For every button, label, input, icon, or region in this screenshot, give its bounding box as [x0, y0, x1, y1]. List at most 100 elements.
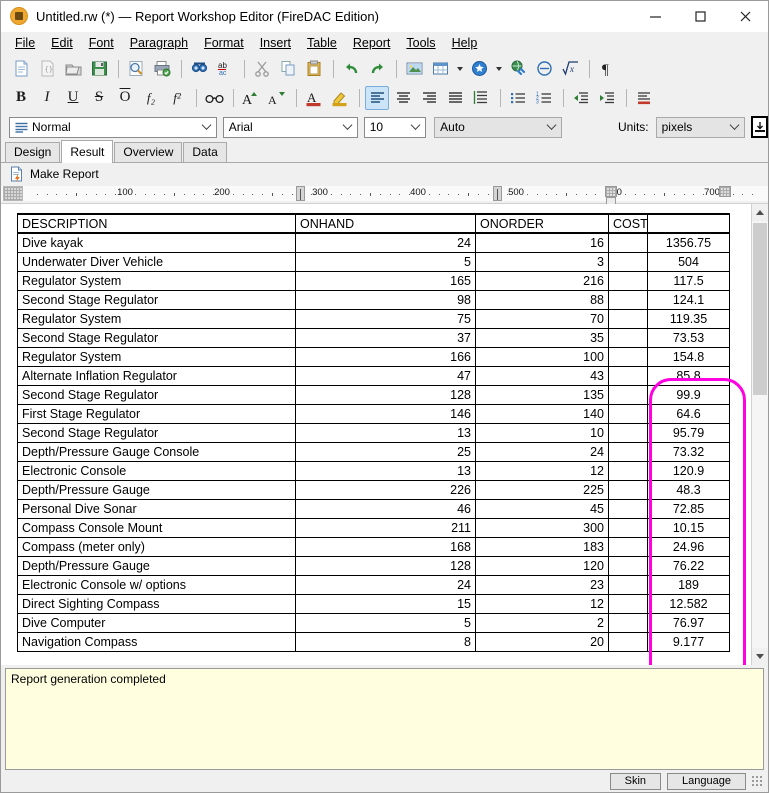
- cut-icon[interactable]: [250, 57, 274, 81]
- underline-button[interactable]: U: [61, 86, 85, 110]
- menu-edit[interactable]: Edit: [43, 34, 81, 52]
- save-layout-icon[interactable]: [751, 116, 768, 138]
- superscript-button[interactable]: f²: [165, 86, 189, 110]
- auto-combo[interactable]: Auto: [434, 116, 562, 138]
- overline-button[interactable]: O: [113, 86, 137, 110]
- tab-result[interactable]: Result: [61, 140, 114, 163]
- units-combo[interactable]: pixels: [655, 116, 746, 138]
- insert-formula-icon[interactable]: x: [558, 57, 582, 81]
- table-row[interactable]: Underwater Diver Vehicle 5 3 504: [17, 251, 730, 272]
- shrink-font-icon[interactable]: A: [265, 86, 289, 110]
- menu-paragraph[interactable]: Paragraph: [122, 34, 196, 52]
- table-row[interactable]: Second Stage Regulator 98 88 124.1: [17, 289, 730, 310]
- scroll-down-button[interactable]: [752, 648, 768, 665]
- copy-icon[interactable]: [276, 57, 300, 81]
- table-row[interactable]: Electronic Console w/ options 24 23 189: [17, 574, 730, 595]
- table-row[interactable]: Personal Dive Sonar 46 45 72.85: [17, 498, 730, 519]
- table-row[interactable]: Depth/Pressure Gauge Console 25 24 73.32: [17, 441, 730, 462]
- make-report-button[interactable]: Make Report: [30, 167, 99, 181]
- grow-font-icon[interactable]: A: [239, 86, 263, 110]
- report-page[interactable]: DESCRIPTION ONHAND ONORDER COST Dive kay…: [1, 204, 751, 665]
- ruler-tab-stop-300[interactable]: [296, 186, 305, 201]
- paragraph-border-icon[interactable]: [632, 86, 656, 110]
- find-icon[interactable]: [187, 57, 211, 81]
- horizontal-ruler[interactable]: 100 200 300 400 500 600 700: [1, 185, 768, 205]
- insert-symbol-icon[interactable]: [532, 57, 556, 81]
- align-left-button[interactable]: [365, 85, 389, 110]
- align-center-button[interactable]: [391, 86, 415, 110]
- table-row[interactable]: Depth/Pressure Gauge 128 120 76.22: [17, 555, 730, 576]
- bullet-list-icon[interactable]: [506, 86, 530, 110]
- table-row[interactable]: Second Stage Regulator 128 135 99.9: [17, 384, 730, 405]
- ruler-corner-box[interactable]: [3, 186, 23, 201]
- menu-font[interactable]: Font: [81, 34, 122, 52]
- print-preview-icon[interactable]: [124, 57, 148, 81]
- ruler-track[interactable]: 100 200 300 400 500 600 700: [1, 186, 768, 205]
- tab-data[interactable]: Data: [183, 142, 227, 162]
- align-justify-button[interactable]: [443, 86, 467, 110]
- table-row[interactable]: Compass (meter only) 168 183 24.96: [17, 536, 730, 557]
- table-row[interactable]: Second Stage Regulator 13 10 95.79: [17, 422, 730, 443]
- table-row[interactable]: Depth/Pressure Gauge 226 225 48.3: [17, 479, 730, 500]
- table-row[interactable]: Second Stage Regulator 37 35 73.53: [17, 327, 730, 348]
- redo-icon[interactable]: [365, 57, 389, 81]
- save-icon[interactable]: [87, 57, 111, 81]
- table-row[interactable]: Compass Console Mount 211 300 10.15: [17, 517, 730, 538]
- message-panel[interactable]: Report generation completed: [5, 668, 764, 770]
- resize-grip-icon[interactable]: [751, 774, 764, 788]
- table-row[interactable]: Regulator System 166 100 154.8: [17, 346, 730, 367]
- insert-object-icon[interactable]: [467, 57, 491, 81]
- menu-report[interactable]: Report: [345, 34, 399, 52]
- menu-format[interactable]: Format: [196, 34, 252, 52]
- table-row[interactable]: Navigation Compass 8 20 9.177: [17, 631, 730, 652]
- paragraph-style-combo[interactable]: Normal: [9, 116, 217, 138]
- table-row[interactable]: Dive Computer 5 2 76.97: [17, 612, 730, 633]
- highlighter-icon[interactable]: [328, 86, 352, 110]
- scrollbar-track[interactable]: [752, 221, 768, 648]
- ruler-margin-handle[interactable]: [605, 186, 617, 205]
- close-button[interactable]: [723, 1, 768, 32]
- decrease-indent-icon[interactable]: [569, 86, 593, 110]
- menu-tools[interactable]: Tools: [398, 34, 443, 52]
- italic-button[interactable]: I: [35, 86, 59, 110]
- table-row[interactable]: Regulator System 75 70 119.35: [17, 308, 730, 329]
- font-size-combo[interactable]: 10: [363, 116, 427, 138]
- table-row[interactable]: Dive kayak 24 16 1356.75: [17, 232, 730, 253]
- ruler-right-margin-handle-top[interactable]: [719, 186, 731, 197]
- skin-button[interactable]: Skin: [609, 772, 662, 790]
- ruler-tab-stop-500[interactable]: [493, 186, 502, 201]
- table-row[interactable]: Regulator System 165 216 117.5: [17, 270, 730, 291]
- scroll-up-button[interactable]: [752, 204, 768, 221]
- insert-table-icon[interactable]: [428, 57, 452, 81]
- insert-image-icon[interactable]: [402, 57, 426, 81]
- tab-design[interactable]: Design: [5, 142, 61, 162]
- language-button[interactable]: Language: [667, 772, 746, 790]
- undo-icon[interactable]: [339, 57, 363, 81]
- table-row[interactable]: Alternate Inflation Regulator 47 43 85.8: [17, 365, 730, 386]
- table-row[interactable]: Electronic Console 13 12 120.9: [17, 460, 730, 481]
- ruler-right-margin-handle[interactable]: [719, 186, 731, 205]
- scrollbar-thumb[interactable]: [753, 223, 767, 395]
- ruler-margin-handle-top[interactable]: [605, 186, 617, 197]
- table-row[interactable]: First Stage Regulator 146 140 64.6: [17, 403, 730, 424]
- menu-file[interactable]: File: [7, 34, 43, 52]
- menu-help[interactable]: Help: [444, 34, 486, 52]
- subscript-button[interactable]: f₂: [139, 86, 163, 110]
- new-template-icon[interactable]: {}: [35, 57, 59, 81]
- maximize-button[interactable]: [678, 1, 723, 32]
- minimize-button[interactable]: [633, 1, 678, 32]
- show-paragraph-marks-icon[interactable]: ¶: [595, 57, 619, 81]
- insert-hyperlink-icon[interactable]: [506, 57, 530, 81]
- tab-overview[interactable]: Overview: [114, 142, 183, 162]
- glasses-icon[interactable]: [202, 86, 226, 110]
- open-folder-icon[interactable]: [61, 57, 85, 81]
- strikethrough-button[interactable]: S: [87, 86, 111, 110]
- bold-button[interactable]: B: [9, 86, 33, 110]
- insert-table-dropdown-icon[interactable]: [454, 57, 465, 81]
- numbered-list-icon[interactable]: 123: [532, 86, 556, 110]
- menu-insert[interactable]: Insert: [252, 34, 299, 52]
- insert-object-dropdown-icon[interactable]: [493, 57, 504, 81]
- increase-indent-icon[interactable]: [595, 86, 619, 110]
- table-row[interactable]: Direct Sighting Compass 15 12 12.582: [17, 593, 730, 614]
- font-color-icon[interactable]: A: [302, 86, 326, 110]
